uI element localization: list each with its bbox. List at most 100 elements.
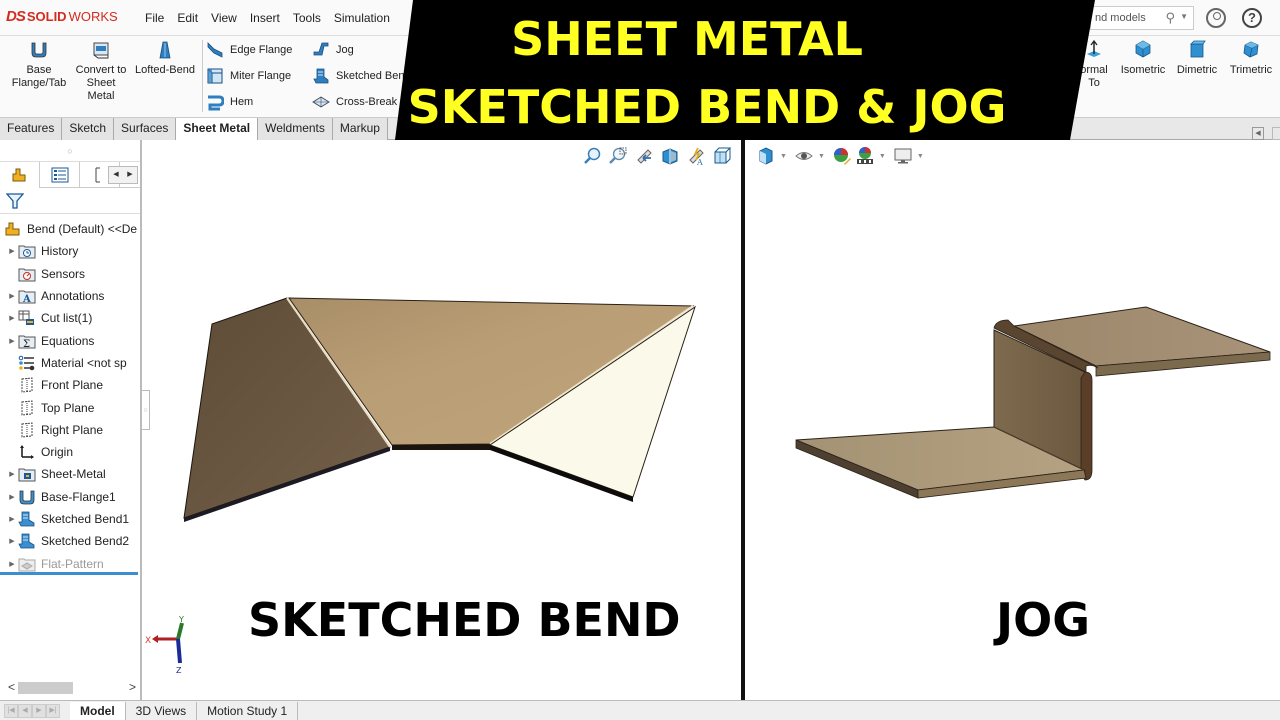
tab-features[interactable]: Features — [0, 118, 63, 140]
dimetric-button[interactable]: Dimetric — [1174, 40, 1220, 77]
expand-arrow-icon[interactable]: ▶ — [6, 560, 18, 568]
hide-show-items-icon[interactable] — [794, 146, 814, 166]
feature-tree: Bend (Default) <<De ▶ History Sensors ▶ A Ann… — [0, 216, 140, 575]
tree-item-label: Right Plane — [41, 422, 104, 437]
help-icon[interactable]: ? — [1242, 8, 1262, 28]
edit-appearance-icon[interactable] — [832, 146, 852, 166]
rollback-bar[interactable] — [0, 572, 138, 575]
brand-light: WORKS — [68, 9, 118, 24]
tree-item-material-not-sp[interactable]: Material <not sp — [0, 352, 140, 374]
expand-arrow-icon[interactable]: ▶ — [6, 493, 18, 501]
banner-title-line1: SHEET METAL — [511, 12, 863, 66]
search-icon[interactable]: ⚲ — [1165, 10, 1175, 26]
apply-scene-dropdown-icon[interactable]: ▼ — [879, 153, 886, 160]
panel-grip[interactable]: ○ — [0, 140, 140, 162]
tree-item-right-plane[interactable]: Right Plane — [0, 419, 140, 441]
menu-view[interactable]: View — [211, 11, 237, 25]
tree-filter[interactable] — [0, 190, 140, 214]
section-view-icon[interactable] — [660, 146, 680, 166]
panel-resize-handle[interactable]: ○ — [142, 390, 150, 430]
tab-sketch[interactable]: Sketch — [62, 118, 115, 140]
dynamic-annotation-views-icon[interactable]: A — [686, 146, 706, 166]
tree-item-sensors[interactable]: Sensors — [0, 263, 140, 285]
viewport-split-divider[interactable] — [741, 140, 745, 720]
menu-tools[interactable]: Tools — [293, 11, 321, 25]
tree-item-top-plane[interactable]: Top Plane — [0, 396, 140, 418]
prev-tab-icon[interactable]: ◀ — [18, 703, 32, 718]
expand-arrow-icon[interactable]: ▶ — [6, 515, 18, 523]
menu-insert[interactable]: Insert — [250, 11, 280, 25]
expand-arrow-icon[interactable]: ▶ — [6, 337, 18, 345]
search-dropdown-icon[interactable]: ▼ — [1180, 12, 1188, 21]
tab-weldments[interactable]: Weldments — [258, 118, 333, 140]
convert-sheet-metal-icon — [93, 42, 109, 59]
tree-item-sheet-metal[interactable]: ▶ Sheet-Metal — [0, 463, 140, 485]
panel-tab-scroll-left-icon[interactable]: ◀ — [109, 167, 123, 183]
propertymanager-tab[interactable] — [40, 162, 80, 188]
expand-arrow-icon[interactable]: ▶ — [6, 247, 18, 255]
scroll-thumb[interactable] — [18, 682, 73, 694]
expand-arrow-icon[interactable]: ▶ — [6, 292, 18, 300]
tab-motion-study-1[interactable]: Motion Study 1 — [197, 701, 299, 720]
next-tab-icon[interactable]: ▶ — [32, 703, 46, 718]
base-flange-tab-button[interactable]: Base Flange/Tab — [10, 40, 68, 90]
apply-scene-icon[interactable] — [855, 146, 875, 166]
tree-item-sketched-bend2[interactable]: ▶ Sketched Bend2 — [0, 530, 140, 552]
featuremanager-tab[interactable] — [0, 162, 40, 188]
hide-show-dropdown-icon[interactable]: ▼ — [818, 153, 825, 160]
hem-button[interactable]: Hem — [206, 93, 253, 111]
menu-edit[interactable]: Edit — [177, 11, 198, 25]
expand-arrow-icon[interactable]: ▶ — [6, 314, 18, 322]
zoom-to-area-icon[interactable] — [608, 146, 628, 166]
trimetric-button[interactable]: Trimetric — [1226, 40, 1276, 77]
last-tab-icon[interactable]: ▶| — [46, 703, 60, 718]
search-models-input[interactable]: nd models ⚲ ▼ — [1090, 6, 1194, 30]
caption-sketched-bend: SKETCHED BEND — [248, 593, 681, 647]
hem-label: Hem — [230, 96, 254, 108]
view-settings-dropdown-icon[interactable]: ▼ — [917, 153, 924, 160]
tab-model[interactable]: Model — [70, 701, 126, 720]
edge-flange-button[interactable]: Edge Flange — [206, 41, 292, 59]
lofted-bend-button[interactable]: Lofted-Bend — [132, 40, 198, 77]
miter-flange-button[interactable]: Miter Flange — [206, 67, 291, 85]
tab-3d-views[interactable]: 3D Views — [126, 701, 198, 720]
scroll-right-icon[interactable]: > — [129, 680, 136, 694]
panel-tab-scroll-right-icon[interactable]: ▶ — [123, 167, 137, 183]
tree-root-part[interactable]: Bend (Default) <<De — [0, 218, 140, 240]
menu-file[interactable]: File — [145, 11, 164, 25]
filter-icon[interactable] — [5, 192, 25, 210]
tree-item-base-flange1[interactable]: ▶ Base-Flange1 — [0, 486, 140, 508]
expand-arrow-icon[interactable]: ▶ — [6, 537, 18, 545]
tree-item-annotations[interactable]: ▶ A Annotations — [0, 285, 140, 307]
convert-to-sheet-metal-label: Convert to Sheet Metal — [75, 64, 127, 102]
graphics-area[interactable]: X Y Z SKETCHED BEND JOG — [145, 140, 1280, 700]
first-tab-icon[interactable]: |◀ — [4, 703, 18, 718]
expand-arrow-icon[interactable]: ▶ — [6, 470, 18, 478]
convert-to-sheet-metal-button[interactable]: Convert to Sheet Metal — [74, 40, 128, 103]
display-style-dropdown-icon[interactable]: ▼ — [780, 153, 787, 160]
panel-horizontal-scrollbar[interactable]: < > — [8, 680, 136, 696]
task-pane-tab[interactable] — [1272, 127, 1280, 140]
previous-view-icon[interactable] — [634, 146, 654, 166]
tree-item-equations[interactable]: ▶ Σ Equations — [0, 329, 140, 351]
display-style-icon[interactable] — [756, 146, 776, 166]
collapse-task-pane-icon[interactable]: ◀ — [1252, 127, 1264, 140]
scroll-left-icon[interactable]: < — [8, 680, 15, 694]
miter-flange-icon — [207, 68, 223, 84]
tab-surfaces[interactable]: Surfaces — [114, 118, 177, 140]
isometric-button[interactable]: Isometric — [1118, 40, 1168, 77]
view-orientation-icon[interactable] — [712, 146, 732, 166]
tree-item-label: Front Plane — [41, 378, 104, 393]
tree-item-cut-list-1[interactable]: ▶ Cut list(1) — [0, 307, 140, 329]
zoom-to-fit-icon[interactable] — [582, 146, 602, 166]
triad-z-label: Z — [176, 666, 182, 675]
tab-sheet-metal[interactable]: Sheet Metal — [176, 118, 259, 140]
trimetric-icon — [1243, 41, 1259, 58]
user-account-icon[interactable] — [1206, 8, 1226, 28]
search-placeholder: nd models — [1095, 12, 1146, 24]
tree-item-front-plane[interactable]: Front Plane — [0, 374, 140, 396]
tree-item-history[interactable]: ▶ History — [0, 240, 140, 262]
tree-item-sketched-bend1[interactable]: ▶ Sketched Bend1 — [0, 508, 140, 530]
tree-item-origin[interactable]: Origin — [0, 441, 140, 463]
view-settings-icon[interactable] — [893, 146, 913, 166]
